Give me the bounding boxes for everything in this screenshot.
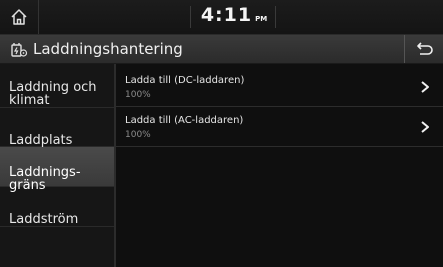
status-divider (275, 6, 276, 28)
back-button[interactable] (404, 35, 443, 63)
clock-ampm: PM (255, 15, 268, 23)
page-title: Laddningshantering (33, 40, 183, 58)
title-bar: Laddningshantering (0, 35, 443, 64)
sidebar-menu: Laddning och klimat Laddplats Laddnings-… (0, 64, 116, 267)
status-bar: 4:11 PM (0, 0, 443, 35)
infotainment-screen: 4:11 PM Laddningshantering Laddning och … (0, 0, 443, 267)
sidebar-item-charging-location[interactable]: Laddplats (0, 108, 114, 147)
status-divider (190, 6, 191, 28)
clock: 4:11 PM (200, 4, 268, 30)
list-item-dc-charge-limit[interactable]: Ladda till (DC-laddaren) 100% (116, 68, 443, 107)
settings-list: Ladda till (DC-laddaren) 100% Ladda till… (116, 64, 443, 267)
list-item-ac-charge-limit[interactable]: Ladda till (AC-laddaren) 100% (116, 108, 443, 147)
back-arrow-icon (416, 42, 433, 55)
sidebar-item-label: Laddning och klimat (9, 80, 97, 108)
row-label: Ladda till (DC-laddaren) (125, 75, 245, 86)
sidebar-item-label: Laddplats (9, 133, 73, 148)
row-value: 100% (125, 130, 151, 140)
home-icon (11, 9, 27, 25)
clock-time: 4:11 (200, 4, 253, 26)
sidebar-item-label: Laddström (9, 212, 79, 227)
sidebar-item-charging-current[interactable]: Laddström (0, 187, 114, 227)
sidebar-item-charging-climate[interactable]: Laddning och klimat (0, 64, 114, 108)
chevron-right-icon (421, 121, 429, 133)
row-value: 100% (125, 90, 151, 100)
home-button[interactable] (0, 0, 39, 34)
chevron-right-icon (421, 81, 429, 93)
sidebar-item-charging-limit[interactable]: Laddnings- gräns (0, 147, 114, 192)
charging-settings-icon (11, 43, 28, 57)
row-label: Ladda till (AC-laddaren) (125, 115, 244, 126)
